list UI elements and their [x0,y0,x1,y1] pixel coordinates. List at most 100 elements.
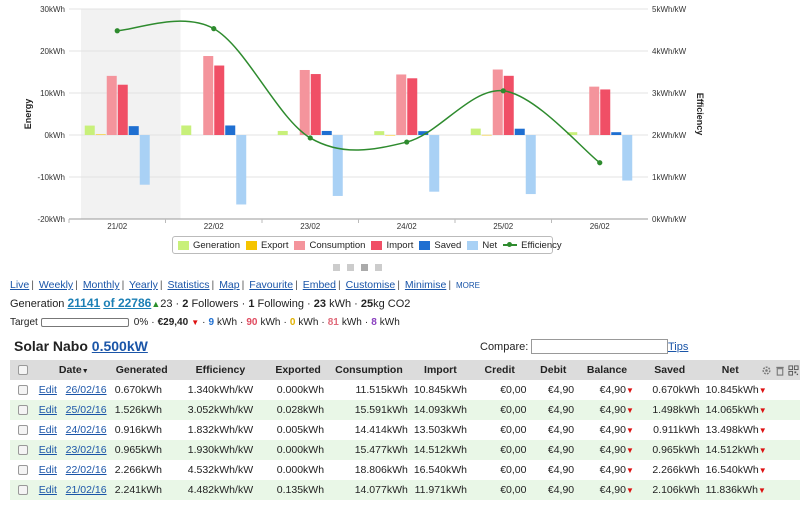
legend-item-export[interactable]: Export [246,240,288,251]
balance-cell: €4,90 [599,424,626,436]
col-efficiency[interactable]: Efficiency [172,360,269,380]
tips-link[interactable]: Tips [668,341,688,353]
legend-item-generation[interactable]: Generation [178,240,240,251]
nav-monthly[interactable]: Monthly [83,279,120,291]
followers-label[interactable]: Followers [191,298,238,310]
legend-item-consumption[interactable]: Consumption [294,240,365,251]
generation-rank[interactable]: 21141 [68,296,101,310]
edit-link[interactable]: Edit [39,424,57,436]
debit-cell: €4,90 [547,444,575,456]
col-generated[interactable]: Generated [112,360,172,380]
legend-item-net[interactable]: Net [467,240,497,251]
pager-dot-3[interactable] [361,264,368,271]
date-link[interactable]: 23/02/16 [66,444,107,456]
nav-customise[interactable]: Customise [346,279,396,291]
date-link[interactable]: 25/02/16 [66,404,107,416]
date-link[interactable]: 24/02/16 [66,424,107,436]
down-arrow-icon: ▼ [758,466,767,475]
bar-export [481,134,492,136]
co2-value: 25 [360,298,374,310]
bar-import [117,84,128,135]
trash-icon[interactable] [775,365,785,376]
target-unit: kWh [298,317,319,328]
col-date[interactable]: Date▼ [36,360,112,380]
efficiency-cell: 1.930kWh/kW [187,444,254,456]
y-tick-label: 30kWh [40,5,65,14]
date-link[interactable]: 22/02/16 [66,464,107,476]
legend-item-saved[interactable]: Saved [419,240,461,251]
balance-cell: €4,90 [599,404,626,416]
row-checkbox[interactable] [17,385,28,396]
bar-import [214,65,225,135]
row-checkbox[interactable] [17,445,28,456]
debit-cell: €4,90 [547,424,575,436]
bar-generation [374,131,385,135]
target-unit: kWh [341,317,362,328]
saved-cell: 1.498kWh [652,404,700,416]
credit-cell: €0,00 [500,424,527,436]
nav-embed[interactable]: Embed [303,279,336,291]
pager-dot-2[interactable] [347,264,354,271]
date-link[interactable]: 21/02/16 [66,484,107,496]
y2-tick-label: 3kWh/kW [652,89,687,98]
debit-cell: €4,90 [547,464,575,476]
col-import[interactable]: Import [411,360,470,380]
exported-cell: 0.000kWh [276,464,325,476]
col-balance[interactable]: Balance [577,360,637,380]
nav-statistics[interactable]: Statistics [168,279,210,291]
row-checkbox[interactable] [17,425,28,436]
down-arrow-icon: ▼ [625,486,634,495]
following-label[interactable]: Following [258,298,304,310]
generated-cell: 2.266kWh [114,464,163,476]
col-exported[interactable]: Exported [269,360,327,380]
system-name: Solar Nabo [14,338,88,354]
nav-minimise[interactable]: Minimise [405,279,446,291]
generation-of[interactable]: of 22786 [103,296,151,310]
bar-generation [84,125,95,135]
compare-input[interactable] [531,339,669,354]
down-arrow-icon: ▼ [625,426,634,435]
row-checkbox[interactable] [17,405,28,416]
credit-cell: €0,00 [500,384,527,396]
edit-link[interactable]: Edit [39,464,57,476]
row-checkbox[interactable] [17,485,28,496]
date-link[interactable]: 26/02/16 [66,384,107,396]
system-size-link[interactable]: 0.500kW [92,338,148,354]
compare-label: Compare: [480,340,529,353]
bar-saved [225,125,236,135]
col-saved[interactable]: Saved [637,360,703,380]
legend-line-swatch [503,242,518,247]
efficiency-point [404,139,410,145]
edit-link[interactable]: Edit [39,404,57,416]
edit-link[interactable]: Edit [39,384,57,396]
legend-item-efficiency[interactable]: Efficiency [503,240,562,251]
col-debit[interactable]: Debit [529,360,577,380]
efficiency-point [597,160,603,166]
pager-dot-1[interactable] [333,264,340,271]
bar-generation [181,125,192,135]
target-unit: kWh [217,317,238,328]
qr-code-icon[interactable] [788,364,799,376]
select-all-checkbox[interactable] [17,365,28,376]
down-arrow-icon: ▼ [191,318,200,327]
nav-weekly[interactable]: Weekly [39,279,73,291]
col-consumption[interactable]: Consumption [327,360,411,380]
saved-cell: 2.266kWh [652,464,700,476]
edit-link[interactable]: Edit [39,444,57,456]
nav-map[interactable]: Map [219,279,239,291]
nav-favourite[interactable]: Favourite [249,279,293,291]
legend-label: Generation [193,239,241,251]
y2-axis-title: Efficiency [695,93,705,136]
edit-link[interactable]: Edit [39,484,57,496]
down-arrow-icon: ▼ [758,446,767,455]
saved-cell: 2.106kWh [652,484,700,496]
nav-more[interactable]: MORE [456,281,480,290]
col-net[interactable]: Net [703,360,758,380]
gear-icon[interactable] [761,365,772,376]
nav-yearly[interactable]: Yearly [129,279,158,291]
row-checkbox[interactable] [17,465,28,476]
pager-dot-4[interactable] [375,264,382,271]
col-credit[interactable]: Credit [470,360,530,380]
nav-live[interactable]: Live [10,279,29,291]
legend-item-import[interactable]: Import [371,240,413,251]
